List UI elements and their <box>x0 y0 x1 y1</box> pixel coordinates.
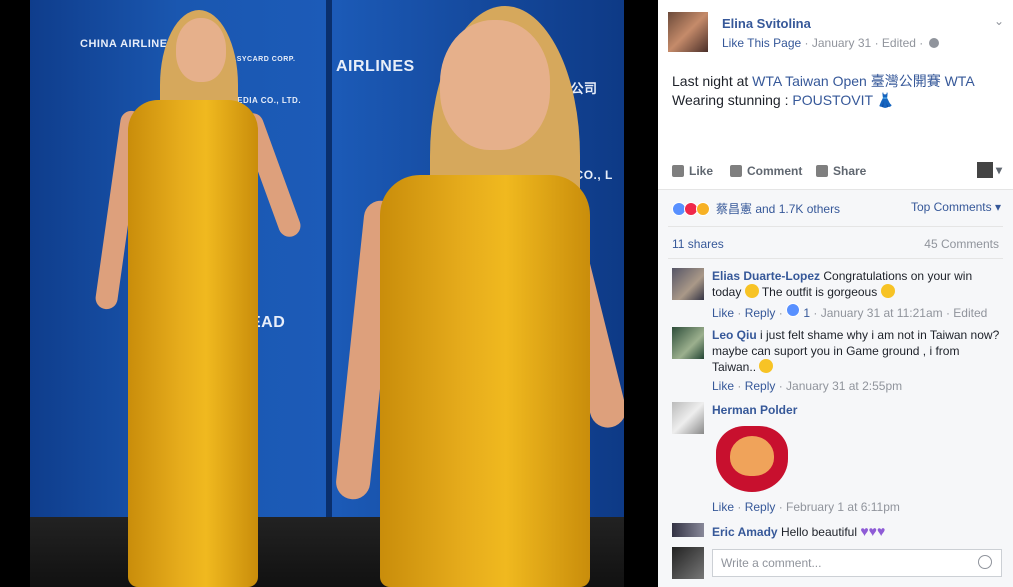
comment-edited[interactable]: Edited <box>953 306 987 320</box>
comment-like-count[interactable]: 1 <box>803 306 810 320</box>
comment-reply-link[interactable]: Reply <box>745 379 776 393</box>
commenter-avatar[interactable] <box>672 268 704 300</box>
brand-link[interactable]: POUSTOVIT <box>792 92 872 108</box>
edited-label[interactable]: Edited <box>882 36 916 50</box>
comment-item: Leo Qiu i just felt shame why i am not i… <box>672 327 1002 393</box>
share-arrow-icon <box>816 165 828 177</box>
reactions-summary[interactable]: 蔡昌憲 and 1.7K others <box>672 200 840 217</box>
comment-label: Comment <box>747 164 803 178</box>
comment-like-link[interactable]: Like <box>712 306 734 320</box>
like-page-link[interactable]: Like This Page <box>722 36 801 50</box>
commenter-name[interactable]: Leo Qiu <box>712 328 757 342</box>
comment-date[interactable]: January 31 at 2:55pm <box>786 379 902 393</box>
top-comments-label: Top Comments <box>910 200 992 214</box>
like-reaction-icon <box>786 303 801 317</box>
commenter-name[interactable]: Herman Polder <box>712 403 797 417</box>
commenter-avatar[interactable] <box>672 402 704 434</box>
figure-left <box>94 0 304 587</box>
laughing-emoji-icon <box>744 284 759 298</box>
comment-meta: Like · Reply · 1 · January 31 at 11:21am… <box>712 303 1002 321</box>
commenter-avatar[interactable] <box>672 523 704 537</box>
share-label: Share <box>833 164 867 178</box>
fox-icon <box>730 436 774 476</box>
caret-down-icon: ▾ <box>995 163 1002 177</box>
fox-heart-sticker[interactable] <box>712 422 792 496</box>
post-sidebar: Elina Svitolina Like This Page · January… <box>658 0 1013 587</box>
commenter-avatar[interactable] <box>672 327 704 359</box>
wow-reaction-icon <box>696 201 710 216</box>
viewer-avatar <box>672 547 704 579</box>
comment-reply-link[interactable]: Reply <box>745 500 776 514</box>
chevron-down-icon[interactable]: ⌄ <box>994 14 1004 28</box>
shares-count[interactable]: 11 shares <box>672 237 724 251</box>
share-button[interactable]: Share <box>816 164 866 178</box>
comment-date[interactable]: February 1 at 6:11pm <box>786 500 900 514</box>
divider <box>668 258 1003 259</box>
like-label: Like <box>689 164 714 178</box>
post-text-prefix: Last night at <box>672 73 753 89</box>
comment-item: Herman Polder Like · Reply · February 1 … <box>672 402 1002 514</box>
emoji-picker-icon[interactable] <box>978 555 992 569</box>
post-text: Last night at WTA Taiwan Open 臺灣公開賽 WTA … <box>672 72 1002 110</box>
post-photo[interactable]: CHINA AIRLINE EASYCARD CORP. MEDIA CO., … <box>0 0 658 587</box>
post-actions: Like Comment Share ▾ <box>672 162 1002 182</box>
comment-date[interactable]: January 31 at 11:21am <box>821 306 943 320</box>
comment-button[interactable]: Comment <box>730 164 802 178</box>
post-text-line2: Wearing stunning : <box>672 92 793 108</box>
event-link[interactable]: WTA Taiwan Open 臺灣公開賽 WTA <box>752 73 975 89</box>
dress-emoji-icon: 👗 <box>876 92 895 108</box>
divider <box>668 226 1003 227</box>
comment-item: Elias Duarte-Lopez Congratulations on yo… <box>672 268 1002 320</box>
comment-reply-link[interactable]: Reply <box>745 306 776 320</box>
comment-like-link[interactable]: Like <box>712 379 734 393</box>
comment-input[interactable]: Write a comment... <box>712 549 1002 577</box>
page-name[interactable]: Elina Svitolina <box>722 16 811 31</box>
comment-meta: Like · Reply · February 1 at 6:11pm <box>712 500 900 514</box>
reaction-names[interactable]: 蔡昌憲 and 1.7K others <box>716 200 840 217</box>
post-as-selector[interactable]: ▾ <box>976 162 1002 178</box>
photo-collage: CHINA AIRLINE EASYCARD CORP. MEDIA CO., … <box>30 0 624 587</box>
commenter-name[interactable]: Eric Amady <box>712 525 778 539</box>
page-avatar[interactable] <box>668 12 708 52</box>
comment-meta: Like · Reply · January 31 at 2:55pm <box>712 379 903 393</box>
comments-section: 蔡昌憲 and 1.7K others Top Comments ▾ 11 sh… <box>658 190 1013 587</box>
like-button[interactable]: Like <box>672 164 713 178</box>
comment-item: Eric Amady Hello beautiful ♥♥♥ <box>672 523 1002 541</box>
sad-emoji-icon <box>759 359 774 373</box>
comment-like-link[interactable]: Like <box>712 500 734 514</box>
globe-icon <box>928 38 939 48</box>
thumbs-up-icon <box>672 165 684 177</box>
panel-divider <box>326 0 332 587</box>
comment-composer: Write a comment... <box>672 545 1002 579</box>
purple-heart-icon: ♥♥♥ <box>860 523 886 539</box>
comment-icon <box>730 165 742 177</box>
comments-count[interactable]: 45 Comments <box>924 237 999 251</box>
post-date[interactable]: January 31 <box>812 36 871 50</box>
post-meta: Like This Page · January 31 · Edited · <box>722 36 939 50</box>
viewer-avatar <box>976 162 993 178</box>
comment-text-2: The outfit is gorgeous <box>761 285 878 299</box>
laughing-emoji-icon <box>880 284 895 298</box>
figure-right <box>334 0 624 587</box>
comment-text: Hello beautiful <box>780 525 857 539</box>
commenter-name[interactable]: Elias Duarte-Lopez <box>712 269 820 283</box>
top-comments-filter[interactable]: Top Comments ▾ <box>911 200 1001 214</box>
post-header: Elina Svitolina Like This Page · January… <box>668 12 1008 56</box>
